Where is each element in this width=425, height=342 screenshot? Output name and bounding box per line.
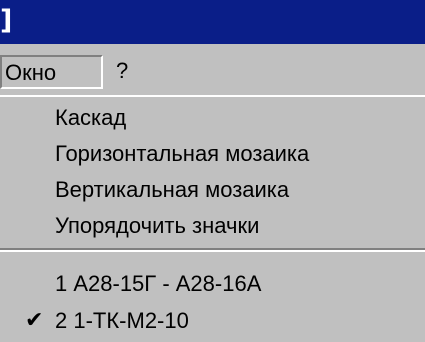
menu-item-cascade[interactable]: Каскад <box>0 99 425 137</box>
menu-item-label: Горизонтальная мозаика <box>55 141 310 166</box>
menu-window-label: Окно <box>5 60 57 85</box>
menu-item-window-2[interactable]: ✔ 2 1-ТК-М2-10 <box>0 302 425 340</box>
menu-item-window-1[interactable]: 1 А28-15Г - А28-16А <box>0 265 425 303</box>
menu-item-tile-horizontal[interactable]: Горизонтальная мозаика <box>0 135 425 173</box>
menu-separator <box>0 248 425 252</box>
menu-item-label: 2 1-ТК-М2-10 <box>55 308 189 333</box>
menu-item-arrange-icons[interactable]: Упорядочить значки <box>0 207 425 245</box>
menu-item-tile-vertical[interactable]: Вертикальная мозаика <box>0 171 425 209</box>
menu-item-label: Вертикальная мозаика <box>55 177 290 202</box>
title-bar[interactable]: ] <box>0 0 425 44</box>
menu-help[interactable]: ? <box>113 55 145 89</box>
menu-bar: Окно ? <box>0 44 425 95</box>
menu-item-label: Упорядочить значки <box>55 213 260 238</box>
window-title: ] <box>0 5 13 36</box>
menu-window[interactable]: Окно <box>0 55 103 89</box>
menu-help-label: ? <box>116 58 129 83</box>
menu-item-label: Каскад <box>55 105 127 130</box>
window-menu-dropdown: Каскад Горизонтальная мозаика Вертикальн… <box>0 95 425 342</box>
checkmark-icon: ✔ <box>25 308 44 333</box>
menu-item-label: 1 А28-15Г - А28-16А <box>55 271 262 296</box>
